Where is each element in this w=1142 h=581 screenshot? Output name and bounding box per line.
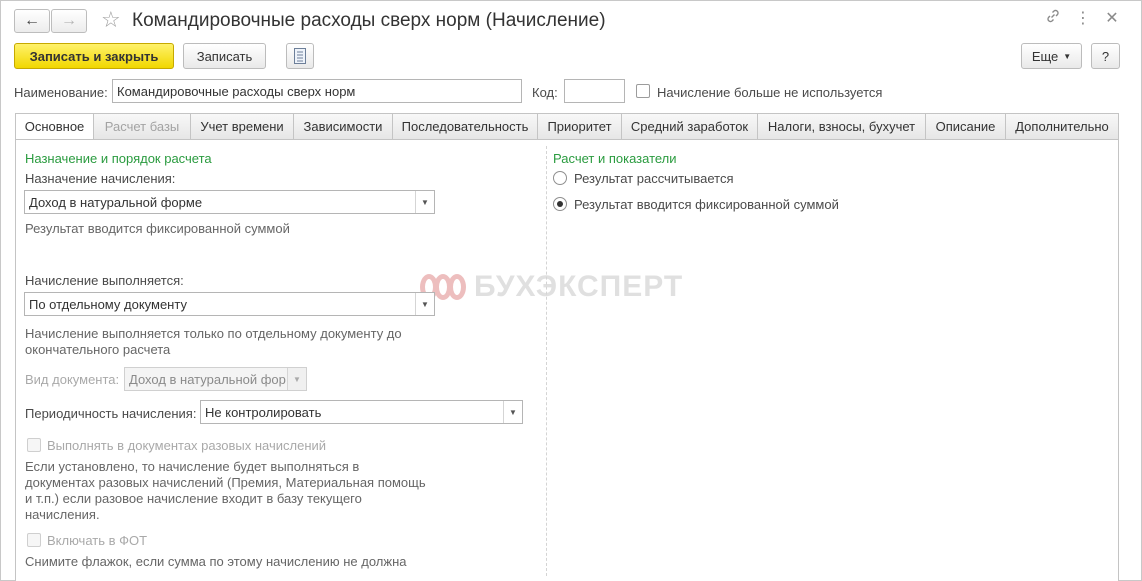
chevron-down-icon[interactable]: ▼ — [415, 293, 434, 315]
save-button[interactable]: Записать — [183, 43, 266, 69]
doc-kind-label: Вид документа: — [25, 372, 120, 387]
code-label: Код: — [532, 85, 558, 100]
code-input[interactable] — [564, 79, 625, 103]
one-time-description-line2: документах разовых начислений (Премия, М… — [25, 475, 426, 490]
column-divider — [546, 146, 547, 576]
star-icon[interactable]: ☆ — [101, 9, 121, 31]
purpose-select[interactable]: Доход в натуральной форме ▼ — [24, 190, 435, 214]
chevron-down-icon: ▼ — [1063, 51, 1072, 61]
not-used-label: Начисление больше не используется — [657, 85, 883, 100]
more-button[interactable]: Еще ▼ — [1021, 43, 1082, 69]
vertical-dots-icon[interactable]: ⋮ — [1073, 8, 1093, 30]
one-time-checkbox[interactable] — [27, 438, 41, 452]
section-title-purpose: Назначение и порядок расчета — [25, 151, 212, 166]
radio-result-fixed-label: Результат вводится фиксированной суммой — [574, 197, 839, 212]
not-used-checkbox[interactable] — [636, 84, 650, 98]
one-time-description-line4: начисления. — [25, 507, 100, 522]
one-time-description-line3: и т.п.) если разовое начисление входит в… — [25, 491, 362, 506]
period-select[interactable]: Не контролировать ▼ — [200, 400, 523, 424]
tab-description[interactable]: Описание — [926, 113, 1006, 140]
name-label: Наименование: — [14, 85, 108, 100]
one-time-label: Выполнять в документах разовых начислени… — [47, 438, 327, 453]
tab-base-calc[interactable]: Расчет базы — [94, 113, 191, 140]
chevron-down-icon[interactable]: ▼ — [287, 368, 306, 390]
watermark-text: БУХЭКСПЕРТ — [474, 270, 684, 303]
fot-checkbox[interactable] — [27, 533, 41, 547]
tab-average-earnings[interactable]: Средний заработок — [622, 113, 758, 140]
window-title: Командировочные расходы сверх норм (Начи… — [132, 10, 606, 31]
document-list-icon — [294, 48, 306, 64]
exec-description-line2: окончательного расчета — [25, 342, 171, 357]
tab-priority[interactable]: Приоритет — [538, 113, 622, 140]
tab-taxes[interactable]: Налоги, взносы, бухучет — [758, 113, 926, 140]
exec-label: Начисление выполняется: — [25, 273, 184, 288]
doc-kind-select[interactable]: Доход в натуральной фор ▼ — [124, 367, 307, 391]
close-icon[interactable]: ✕ — [1102, 8, 1122, 30]
arrow-right-icon: → — [61, 12, 77, 29]
one-time-description-line1: Если установлено, то начисление будет вы… — [25, 459, 360, 474]
purpose-description: Результат вводится фиксированной суммой — [25, 221, 290, 236]
name-input[interactable]: Командировочные расходы сверх норм — [112, 79, 522, 103]
arrow-left-icon: ← — [24, 12, 40, 29]
save-and-close-button[interactable]: Записать и закрыть — [14, 43, 174, 69]
radio-result-calculated-label: Результат рассчитывается — [574, 171, 734, 186]
period-value: Не контролировать — [205, 405, 322, 420]
chevron-down-icon[interactable]: ▼ — [415, 191, 434, 213]
radio-result-fixed[interactable] — [553, 197, 567, 211]
fot-label: Включать в ФОТ — [47, 533, 148, 548]
fot-description: Снимите флажок, если сумма по этому начи… — [25, 554, 407, 569]
section-title-calc: Расчет и показатели — [553, 151, 677, 166]
help-button[interactable]: ? — [1091, 43, 1120, 69]
purpose-label: Назначение начисления: — [25, 171, 176, 186]
tab-main[interactable]: Основное — [15, 113, 94, 140]
tab-time-accounting[interactable]: Учет времени — [191, 113, 294, 140]
tab-sequence[interactable]: Последовательность — [393, 113, 538, 140]
radio-result-calculated[interactable] — [553, 171, 567, 185]
link-icon[interactable] — [1043, 8, 1063, 30]
chevron-down-icon[interactable]: ▼ — [503, 401, 522, 423]
exec-description-line1: Начисление выполняется только по отдельн… — [25, 326, 402, 341]
radio-selected-dot — [557, 201, 563, 207]
tab-additional[interactable]: Дополнительно — [1006, 113, 1119, 140]
document-list-button[interactable] — [286, 43, 314, 69]
exec-value: По отдельному документу — [29, 297, 187, 312]
forward-button[interactable]: → — [51, 9, 87, 33]
more-label: Еще — [1031, 48, 1059, 64]
exec-select[interactable]: По отдельному документу ▼ — [24, 292, 435, 316]
tab-dependencies[interactable]: Зависимости — [294, 113, 393, 140]
purpose-value: Доход в натуральной форме — [29, 195, 203, 210]
back-button[interactable]: ← — [14, 9, 50, 33]
doc-kind-value: Доход в натуральной фор — [129, 372, 286, 387]
period-label: Периодичность начисления: — [25, 406, 197, 421]
watermark: БУХЭКСПЕРТ — [420, 270, 683, 304]
tab-bar: Основное Расчет базы Учет времени Зависи… — [15, 113, 1119, 140]
